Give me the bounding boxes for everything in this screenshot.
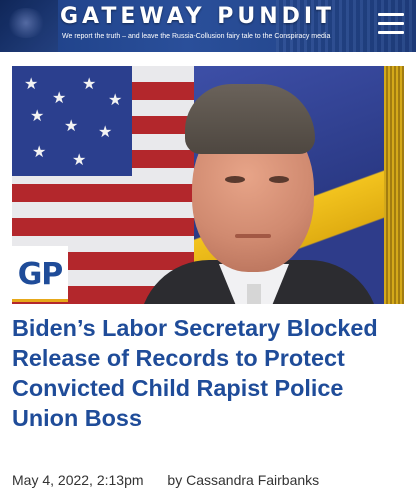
gp-badge-text: GP <box>17 256 64 292</box>
flag-canton: ★ ★ ★ ★ ★ ★ ★ ★ ★ <box>12 66 132 176</box>
article-hero-image: ★ ★ ★ ★ ★ ★ ★ ★ ★ <box>12 66 404 304</box>
header-flag-art <box>0 0 58 52</box>
hair <box>185 84 315 154</box>
tie <box>247 284 261 304</box>
article-date: May 4, 2022, 2:13pm <box>12 472 144 488</box>
flag-fringe <box>384 66 404 304</box>
menu-icon[interactable] <box>378 13 404 35</box>
left-eye <box>225 176 245 183</box>
site-logo[interactable]: GATEWAY PUNDIT <box>60 4 335 29</box>
article-author[interactable]: by Cassandra Fairbanks <box>167 472 319 488</box>
right-eye <box>269 176 289 183</box>
article-title[interactable]: Biden’s Labor Secretary Blocked Release … <box>12 313 404 433</box>
gp-badge: GP <box>12 246 68 302</box>
portrait <box>139 84 379 304</box>
mouth <box>235 234 271 238</box>
site-tagline: We report the truth – and leave the Russ… <box>62 33 331 40</box>
site-header: GATEWAY PUNDIT We report the truth – and… <box>0 0 416 52</box>
article-meta: May 4, 2022, 2:13pm by Cassandra Fairban… <box>12 472 404 488</box>
